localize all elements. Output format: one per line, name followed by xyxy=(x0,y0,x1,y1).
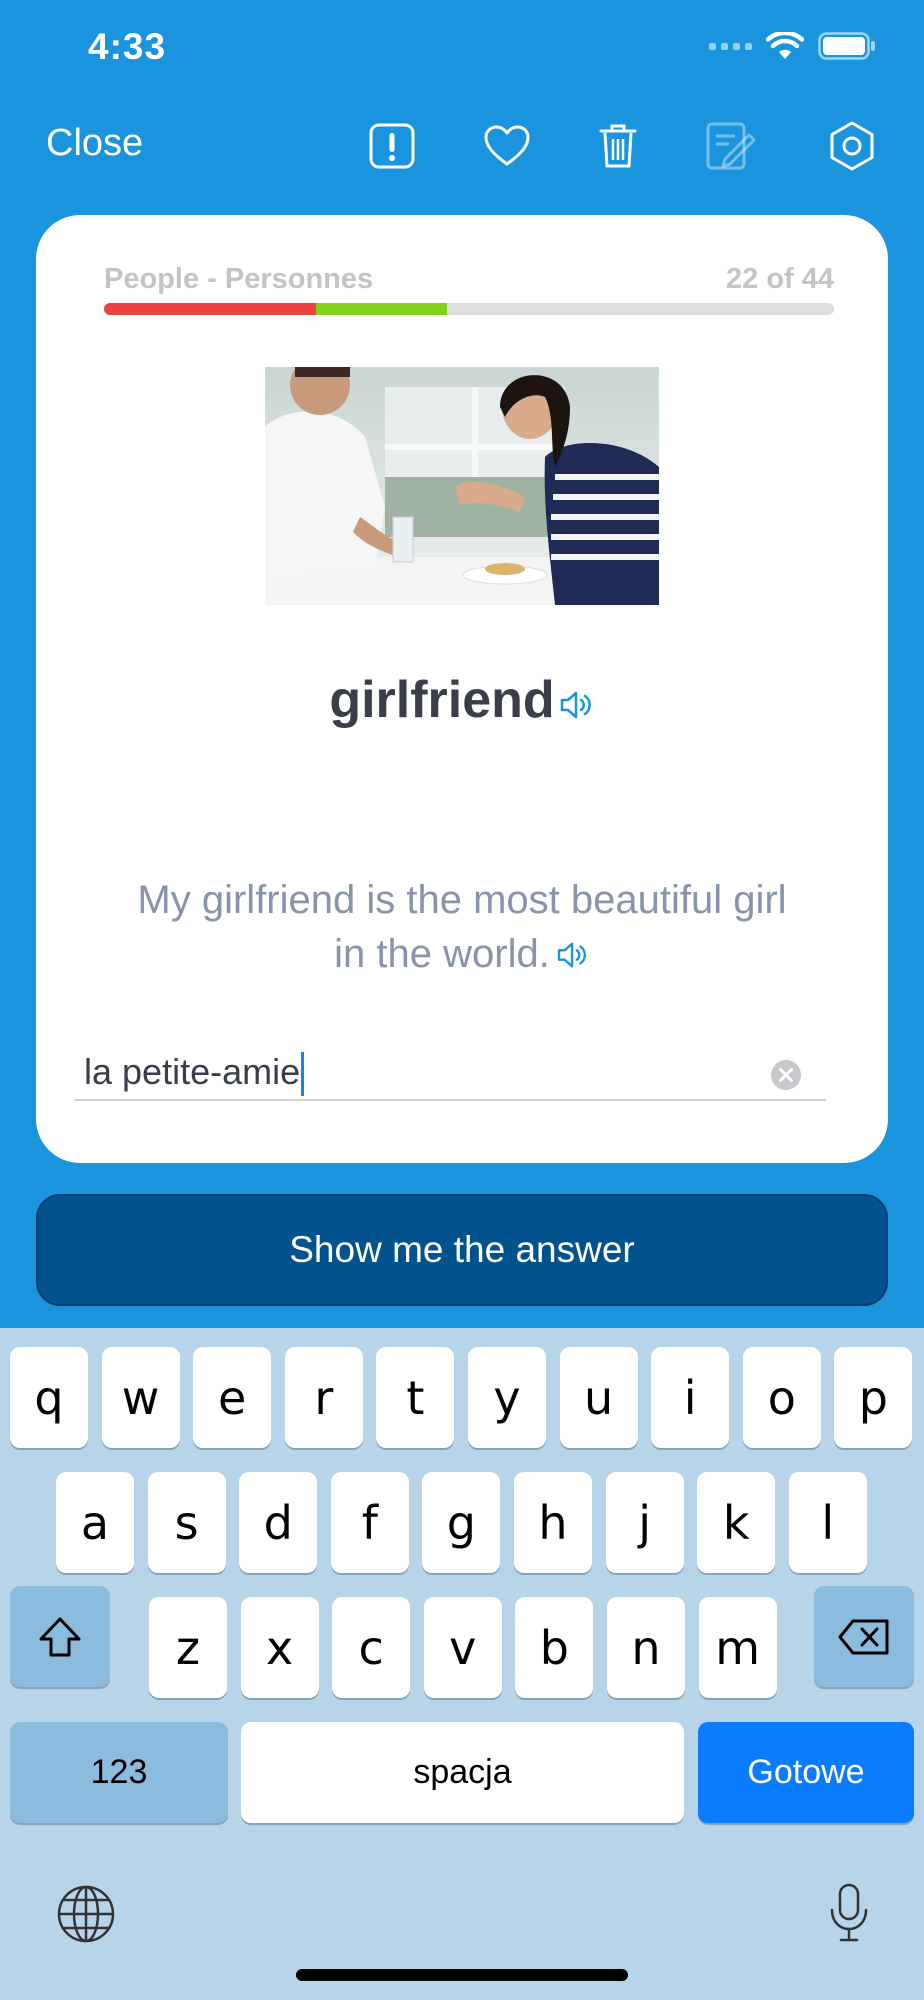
status-bar: 4:33 xyxy=(0,0,924,100)
key-h[interactable]: h xyxy=(514,1472,592,1573)
settings-icon[interactable] xyxy=(824,118,880,174)
space-key[interactable]: spacja xyxy=(241,1722,684,1823)
progress-correct-segment xyxy=(315,303,448,315)
key-o[interactable]: o xyxy=(742,1347,821,1448)
key-k[interactable]: k xyxy=(697,1472,776,1573)
example-sentence: My girlfriend is the most beautiful girl… xyxy=(137,878,787,976)
heart-icon[interactable] xyxy=(479,118,535,174)
wifi-icon xyxy=(766,32,804,59)
text-caret xyxy=(301,1052,305,1097)
progress-bar xyxy=(104,303,834,315)
key-c[interactable]: c xyxy=(332,1597,411,1698)
key-r[interactable]: r xyxy=(284,1347,363,1448)
backspace-icon xyxy=(838,1619,889,1654)
card-counter: 22 of 44 xyxy=(726,263,834,295)
key-u[interactable]: u xyxy=(559,1347,638,1448)
key-z[interactable]: z xyxy=(149,1597,227,1698)
done-key[interactable]: Gotowe xyxy=(698,1722,914,1823)
report-icon[interactable] xyxy=(364,118,420,174)
answer-input-text[interactable]: la petite-amie xyxy=(84,1051,305,1097)
answer-value: la petite-amie xyxy=(84,1051,301,1092)
microphone-icon[interactable] xyxy=(828,1882,870,1944)
word-row: girlfriend xyxy=(36,670,888,733)
key-n[interactable]: n xyxy=(607,1597,685,1698)
word-image xyxy=(265,367,659,605)
trash-icon[interactable] xyxy=(590,118,646,174)
status-time: 4:33 xyxy=(88,26,167,67)
key-i[interactable]: i xyxy=(651,1347,730,1448)
status-indicators xyxy=(709,32,876,60)
edit-icon[interactable] xyxy=(703,118,759,174)
key-p[interactable]: p xyxy=(834,1347,913,1448)
keyboard: 123 spacja Gotowe qwertyuiop asdfghjkl zxc… xyxy=(0,1328,924,2000)
answer-input[interactable]: la petite-amie xyxy=(74,1051,826,1101)
flashcard: People - Personnes 22 of 44 girlfriend M… xyxy=(36,215,888,1163)
key-e[interactable]: e xyxy=(193,1347,272,1448)
clear-icon[interactable] xyxy=(770,1059,802,1091)
key-b[interactable]: b xyxy=(515,1597,594,1698)
key-v[interactable]: v xyxy=(423,1597,502,1698)
key-x[interactable]: x xyxy=(240,1597,319,1698)
key-y[interactable]: y xyxy=(468,1347,546,1448)
shift-key[interactable] xyxy=(10,1586,110,1687)
key-q[interactable]: q xyxy=(10,1347,88,1448)
example-sentence-block: My girlfriend is the most beautiful girl… xyxy=(126,873,798,983)
sentence-speaker-icon[interactable] xyxy=(556,929,590,983)
close-button[interactable]: Close xyxy=(46,122,143,165)
numbers-key[interactable]: 123 xyxy=(10,1722,228,1823)
backspace-key[interactable] xyxy=(814,1586,914,1687)
deck-header: People - Personnes 22 of 44 xyxy=(104,263,834,296)
progress-wrong-segment xyxy=(104,303,316,315)
key-w[interactable]: w xyxy=(101,1347,180,1448)
speaker-icon[interactable] xyxy=(559,673,595,733)
key-d[interactable]: d xyxy=(239,1472,318,1573)
deck-name: People - Personnes xyxy=(104,263,374,295)
key-a[interactable]: a xyxy=(56,1472,134,1573)
home-indicator xyxy=(296,1969,628,1981)
battery-icon xyxy=(818,32,875,60)
key-l[interactable]: l xyxy=(788,1472,867,1573)
key-s[interactable]: s xyxy=(147,1472,226,1573)
key-t[interactable]: t xyxy=(376,1347,455,1448)
show-answer-button[interactable]: Show me the answer xyxy=(36,1194,888,1306)
word-title: girlfriend xyxy=(329,671,555,729)
key-m[interactable]: m xyxy=(698,1597,777,1698)
cellular-signal-icon xyxy=(709,42,752,50)
shift-icon xyxy=(39,1617,81,1656)
key-f[interactable]: f xyxy=(330,1472,409,1573)
key-j[interactable]: j xyxy=(605,1472,684,1573)
nav-bar: Close xyxy=(0,110,924,186)
key-g[interactable]: g xyxy=(422,1472,501,1573)
globe-icon[interactable] xyxy=(56,1884,116,1944)
